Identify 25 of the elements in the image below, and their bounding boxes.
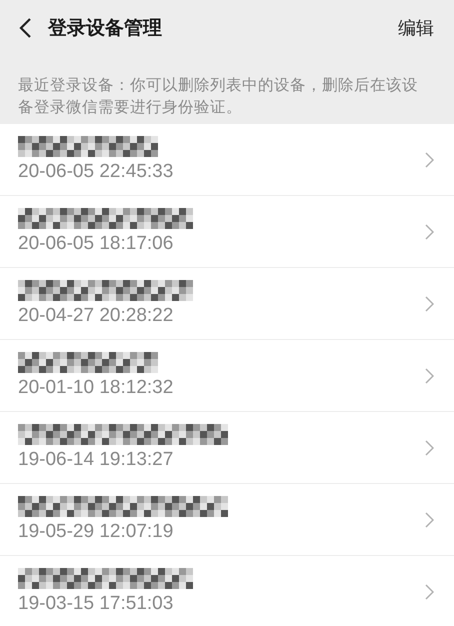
notice-text: 最近登录设备：你可以删除列表中的设备，删除后在该设备登录微信需要进行身份验证。: [18, 75, 418, 118]
device-row[interactable]: 19-03-15 17:51:03: [0, 556, 454, 626]
chevron-icon: [425, 368, 434, 384]
chevron-icon: [425, 584, 434, 600]
chevron-icon: [425, 224, 434, 240]
device-row[interactable]: 20-04-27 20:28:22: [0, 268, 454, 340]
device-row[interactable]: 20-06-05 18:17:06: [0, 196, 454, 268]
login-time: 20-04-27 20:28:22: [18, 305, 174, 327]
device-row[interactable]: 19-05-29 12:07:19: [0, 484, 454, 556]
login-time: 20-06-05 18:17:06: [18, 233, 174, 255]
chevron-icon: [425, 152, 434, 168]
device-row[interactable]: 20-06-05 22:45:33: [0, 124, 454, 196]
device-row[interactable]: 20-01-10 18:12:32: [0, 340, 454, 412]
chevron-icon: [425, 296, 434, 312]
login-time: 20-06-05 22:45:33: [18, 161, 174, 183]
back-icon[interactable]: [18, 17, 32, 39]
page-title: 登录设备管理: [48, 16, 163, 41]
login-time: 19-05-29 12:07:19: [18, 521, 174, 543]
device-row[interactable]: 19-06-14 19:13:27: [0, 412, 454, 484]
login-time: 19-06-14 19:13:27: [18, 449, 174, 471]
chevron-icon: [425, 512, 434, 528]
login-time: 19-03-15 17:51:03: [18, 593, 174, 615]
edit-link[interactable]: 编辑: [398, 16, 434, 40]
chevron-icon: [425, 440, 434, 456]
login-time: 20-01-10 18:12:32: [18, 377, 174, 399]
